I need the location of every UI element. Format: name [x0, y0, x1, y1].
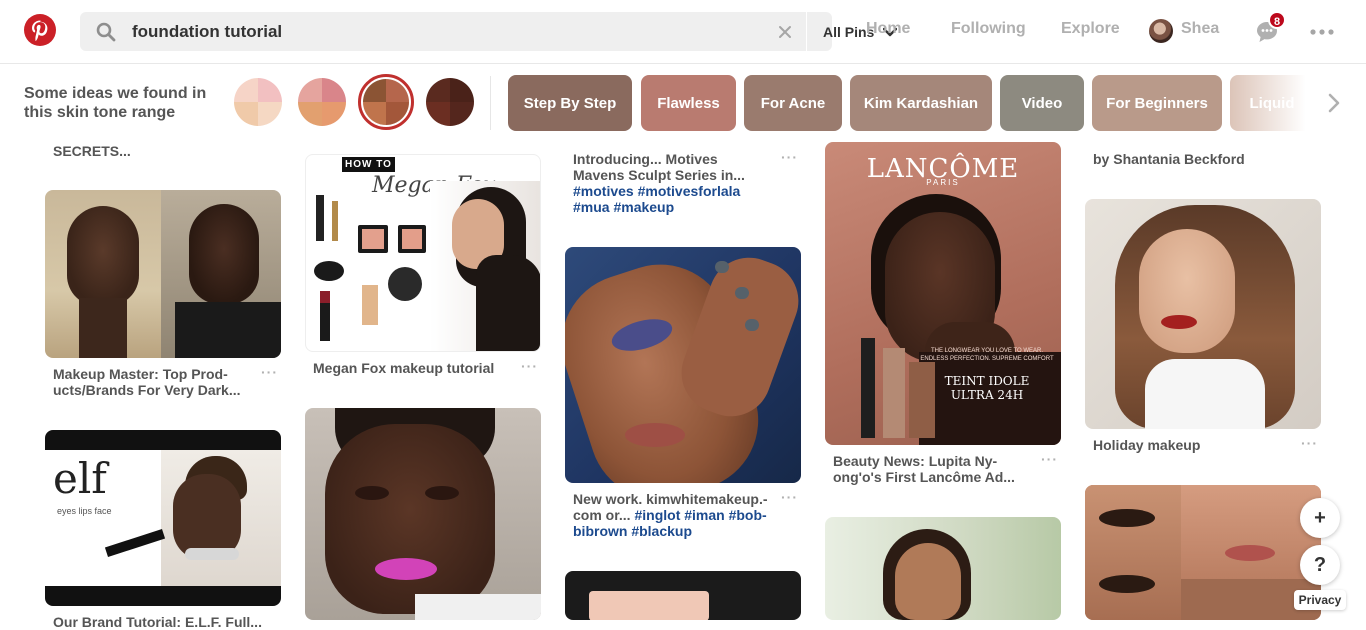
- search-input[interactable]: [132, 12, 692, 51]
- guide-chip-for-acne[interactable]: For Acne: [744, 75, 842, 131]
- pin-title-holiday-makeup[interactable]: Holiday makeup: [1093, 437, 1200, 453]
- pin-image-makeup-master[interactable]: [45, 190, 281, 358]
- help-button[interactable]: ?: [1300, 545, 1340, 585]
- howto-label: HOW TO: [342, 157, 395, 172]
- avatar[interactable]: [1149, 19, 1173, 43]
- skin-tone-swatch-medium-light[interactable]: [298, 78, 346, 126]
- pin-title-motives-tags[interactable]: #motives #motivesforlala #mua #makeup: [573, 183, 740, 215]
- pin-image-holiday-makeup[interactable]: [1085, 199, 1321, 429]
- guide-chip-kim-kardashian[interactable]: Kim Kardashian: [850, 75, 992, 131]
- pin-image-megan-fox[interactable]: HOW TO Megan Fox: [305, 154, 541, 352]
- clear-search-icon[interactable]: [775, 22, 795, 42]
- pin-more-icon[interactable]: ···: [1041, 451, 1058, 467]
- pin-title-megan-fox[interactable]: Megan Fox makeup tutorial: [313, 360, 494, 376]
- skin-tone-swatch-dark[interactable]: [426, 78, 474, 126]
- pin-image-elf-tutorial[interactable]: elf eyes lips face: [45, 430, 281, 606]
- elf-logo-text: elf: [53, 454, 107, 503]
- guide-chip-video[interactable]: Video: [1000, 75, 1084, 131]
- privacy-link[interactable]: Privacy: [1294, 590, 1346, 610]
- pin-more-icon[interactable]: ···: [261, 364, 278, 380]
- pin-title-makeup-master[interactable]: Makeup Master: Top Prod-ucts/Brands For …: [53, 366, 248, 398]
- guide-chips: Step By Step Flawless For Acne Kim Karda…: [508, 75, 1314, 131]
- pin-image-partial[interactable]: [565, 571, 801, 620]
- notification-badge: 8: [1268, 11, 1286, 29]
- nav-following-link[interactable]: Following: [951, 20, 1026, 38]
- pin-more-icon[interactable]: ···: [781, 149, 798, 165]
- skin-tone-swatch-light[interactable]: [234, 78, 282, 126]
- pin-title-elf-tutorial[interactable]: Our Brand Tutorial: E.L.F. Full...: [53, 614, 262, 630]
- nav-home-link[interactable]: Home: [866, 20, 910, 38]
- pin-attribution[interactable]: by Shantania Beckford: [1093, 151, 1245, 167]
- nav-explore-link[interactable]: Explore: [1061, 20, 1120, 38]
- lancome-product-name-2: ULTRA 24H: [950, 388, 1024, 402]
- pinterest-logo-icon[interactable]: [24, 14, 56, 46]
- pin-title-lupita[interactable]: Beauty News: Lupita Ny-ong'o's First Lan…: [833, 453, 1028, 485]
- search-icon: [96, 22, 116, 42]
- skin-tone-label: Some ideas we found in this skin tone ra…: [24, 85, 207, 121]
- top-header: All Pins Home Following Explore Shea 8: [0, 0, 1366, 64]
- guide-divider: [490, 76, 491, 130]
- guide-chip-for-beginners[interactable]: For Beginners: [1092, 75, 1222, 131]
- user-name-link[interactable]: Shea: [1181, 20, 1219, 38]
- pin-image-beyonce[interactable]: [825, 517, 1061, 620]
- skin-tone-swatch-medium-dark-selected[interactable]: [358, 74, 414, 130]
- pin-image-eye-collage[interactable]: [1085, 485, 1321, 620]
- pin-more-icon[interactable]: ···: [521, 358, 538, 374]
- pin-more-icon[interactable]: ···: [1301, 435, 1318, 451]
- pin-title-partial[interactable]: SECRETS...: [53, 143, 131, 159]
- lancome-product-name: TEINT IDOLE: [944, 374, 1030, 388]
- add-pin-button[interactable]: +: [1300, 498, 1340, 538]
- lancome-ad-line: THE LONGWEAR YOU LOVE TO WEAR.: [930, 348, 1044, 354]
- skin-tone-bar: Some ideas we found in this skin tone ra…: [0, 64, 1366, 142]
- guide-chip-liquid[interactable]: Liquid: [1230, 75, 1314, 131]
- pin-title-motives-text: Introducing... Motives Mavens Sculpt Ser…: [573, 151, 745, 183]
- search-bar: All Pins: [80, 12, 898, 51]
- elf-tagline: eyes lips face: [57, 506, 112, 516]
- pin-title-kimwhite[interactable]: New work. kimwhitemakeup.-com or... #ing…: [573, 491, 773, 539]
- pin-image-blue-eyeshadow[interactable]: [565, 247, 801, 483]
- pin-image-lancome-ad[interactable]: LANCÔME PARIS THE LONGWEAR YOU LOVE TO W…: [825, 142, 1061, 445]
- guide-chip-step-by-step[interactable]: Step By Step: [508, 75, 632, 131]
- pin-more-icon[interactable]: ···: [781, 489, 798, 505]
- lancome-paris-text: PARIS: [926, 178, 960, 187]
- lancome-ad-line-2: ENDLESS PERFECTION. SUPREME COMFORT: [920, 356, 1054, 362]
- guide-chip-flawless[interactable]: Flawless: [641, 75, 736, 131]
- more-options-icon[interactable]: [1310, 29, 1334, 35]
- pin-image-pink-lips[interactable]: [305, 408, 541, 620]
- chevron-right-icon[interactable]: [1326, 92, 1342, 114]
- pin-title-motives[interactable]: Introducing... Motives Mavens Sculpt Ser…: [573, 151, 768, 215]
